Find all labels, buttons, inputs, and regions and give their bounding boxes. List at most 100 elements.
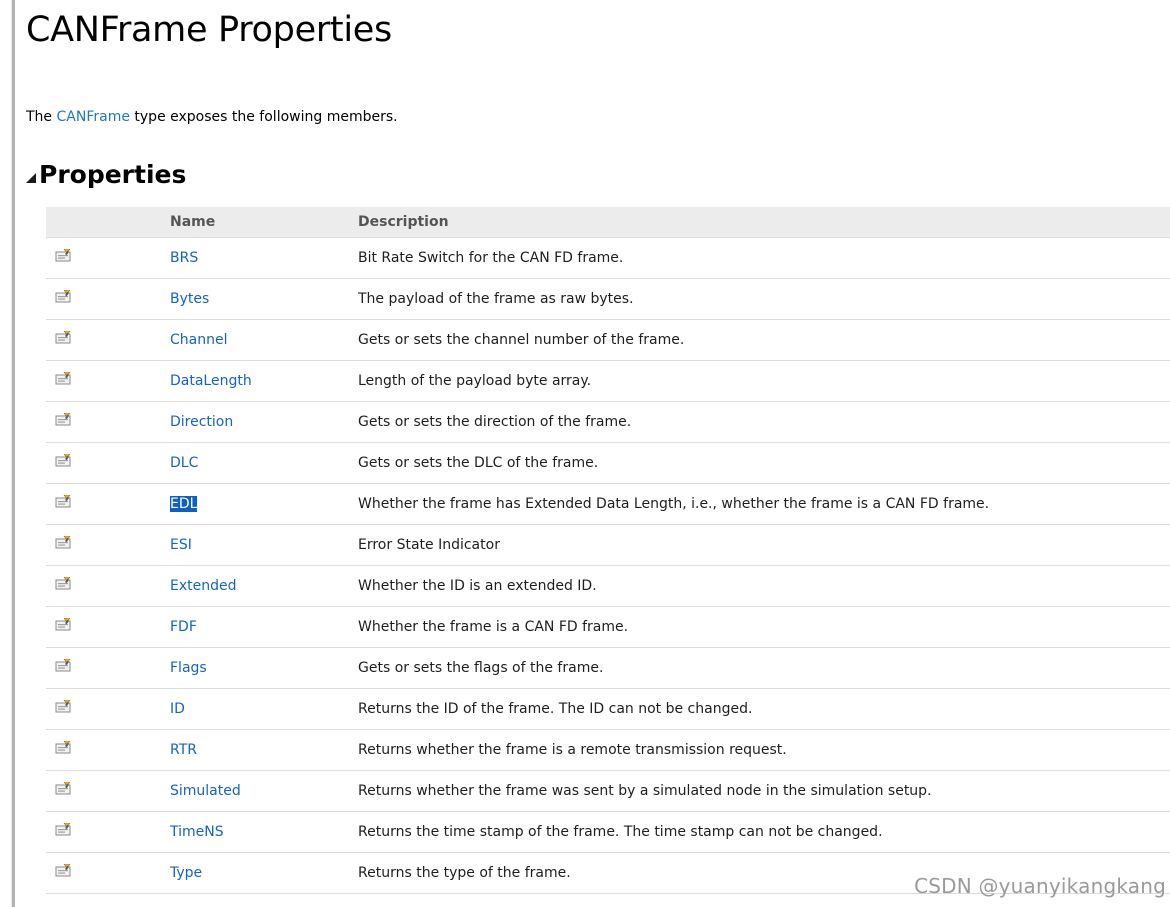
row-icon-cell (46, 237, 170, 279)
property-icon (55, 741, 71, 754)
intro-suffix: type exposes the following members. (129, 109, 398, 125)
property-link-rtr[interactable]: RTR (170, 742, 197, 758)
collapse-triangle-icon[interactable] (26, 172, 36, 183)
row-description: Gets or sets the DLC of the frame. (358, 442, 1170, 484)
row-name-cell: EDL (170, 483, 358, 525)
property-icon (55, 577, 71, 590)
column-header-description: Description (358, 207, 1170, 238)
property-icon (55, 413, 71, 426)
row-name-cell: Simulated (170, 770, 358, 812)
table-row-id: ID Returns the ID of the frame. The ID c… (46, 688, 1170, 730)
row-icon-cell (46, 401, 170, 443)
property-icon (55, 823, 71, 836)
property-icon (55, 372, 71, 385)
property-link-edl[interactable]: EDL (170, 496, 198, 512)
row-description: Gets or sets the flags of the frame. (358, 647, 1170, 689)
row-description: Returns whether the frame was sent by a … (358, 770, 1170, 812)
row-name-cell: Extended (170, 565, 358, 607)
row-icon-cell (46, 524, 170, 566)
table-row-rtr: RTR Returns whether the frame is a remot… (46, 729, 1170, 771)
property-link-brs[interactable]: BRS (170, 250, 198, 266)
row-icon-cell (46, 770, 170, 812)
row-icon-cell (46, 647, 170, 689)
table-row-fdf: FDF Whether the frame is a CAN FD frame. (46, 606, 1170, 648)
table-row-direction: Direction Gets or sets the direction of … (46, 401, 1170, 443)
table-row-brs: BRS Bit Rate Switch for the CAN FD frame… (46, 237, 1170, 279)
property-link-flags[interactable]: Flags (170, 660, 207, 676)
column-header-icon (46, 207, 170, 238)
table-header-row: Name Description (46, 207, 1170, 238)
row-description: Returns whether the frame is a remote tr… (358, 729, 1170, 771)
property-icon (55, 782, 71, 795)
row-description: Error State Indicator (358, 524, 1170, 566)
canframe-type-link[interactable]: CANFrame (57, 109, 130, 125)
row-name-cell: DLC (170, 442, 358, 484)
row-name-cell: Flags (170, 647, 358, 689)
row-name-cell: TimeNS (170, 811, 358, 853)
property-icon (55, 495, 71, 508)
row-description: Length of the payload byte array. (358, 360, 1170, 402)
row-name-cell: ESI (170, 524, 358, 566)
row-description: Whether the frame is a CAN FD frame. (358, 606, 1170, 648)
row-icon-cell (46, 606, 170, 648)
column-header-name: Name (170, 207, 358, 238)
property-icon (55, 249, 71, 262)
row-icon-cell (46, 852, 170, 894)
row-icon-cell (46, 729, 170, 771)
section-title: Properties (39, 160, 187, 189)
property-link-simulated[interactable]: Simulated (170, 783, 241, 799)
properties-table: Name Description BRS Bit Rate Switch for… (46, 207, 1170, 894)
property-link-datalength[interactable]: DataLength (170, 373, 252, 389)
row-description: Gets or sets the direction of the frame. (358, 401, 1170, 443)
property-icon (55, 454, 71, 467)
table-row-flags: Flags Gets or sets the flags of the fram… (46, 647, 1170, 689)
watermark: CSDN @yuanyikangkang (914, 874, 1166, 898)
row-description: The payload of the frame as raw bytes. (358, 278, 1170, 320)
row-name-cell: DataLength (170, 360, 358, 402)
property-icon (55, 659, 71, 672)
property-link-esi[interactable]: ESI (170, 537, 192, 553)
row-name-cell: FDF (170, 606, 358, 648)
row-icon-cell (46, 483, 170, 525)
row-icon-cell (46, 319, 170, 361)
table-row-timens: TimeNS Returns the time stamp of the fra… (46, 811, 1170, 853)
table-body: BRS Bit Rate Switch for the CAN FD frame… (46, 237, 1170, 894)
row-name-cell: ID (170, 688, 358, 730)
property-icon (55, 290, 71, 303)
row-name-cell: BRS (170, 237, 358, 279)
table-row-bytes: Bytes The payload of the frame as raw by… (46, 278, 1170, 320)
row-icon-cell (46, 811, 170, 853)
property-link-channel[interactable]: Channel (170, 332, 227, 348)
property-link-dlc[interactable]: DLC (170, 455, 198, 471)
property-link-extended[interactable]: Extended (170, 578, 237, 594)
row-name-cell: Bytes (170, 278, 358, 320)
row-description: Whether the ID is an extended ID. (358, 565, 1170, 607)
row-description: Bit Rate Switch for the CAN FD frame. (358, 237, 1170, 279)
row-name-cell: Channel (170, 319, 358, 361)
property-link-bytes[interactable]: Bytes (170, 291, 209, 307)
intro-text: The CANFrame type exposes the following … (26, 109, 398, 125)
row-name-cell: Direction (170, 401, 358, 443)
row-description: Returns the ID of the frame. The ID can … (358, 688, 1170, 730)
property-icon (55, 700, 71, 713)
property-icon (55, 331, 71, 344)
row-description: Gets or sets the channel number of the f… (358, 319, 1170, 361)
table-row-edl: EDL Whether the frame has Extended Data … (46, 483, 1170, 525)
table-row-dlc: DLC Gets or sets the DLC of the frame. (46, 442, 1170, 484)
property-icon (55, 864, 71, 877)
row-icon-cell (46, 278, 170, 320)
property-link-fdf[interactable]: FDF (170, 619, 197, 635)
table-row-datalength: DataLength Length of the payload byte ar… (46, 360, 1170, 402)
property-link-id[interactable]: ID (170, 701, 185, 717)
row-icon-cell (46, 360, 170, 402)
table-row-esi: ESI Error State Indicator (46, 524, 1170, 566)
intro-prefix: The (26, 109, 57, 125)
property-icon (55, 618, 71, 631)
property-link-direction[interactable]: Direction (170, 414, 233, 430)
property-link-timens[interactable]: TimeNS (170, 824, 224, 840)
window-left-border (0, 0, 15, 907)
row-icon-cell (46, 565, 170, 607)
row-icon-cell (46, 688, 170, 730)
property-link-type[interactable]: Type (170, 865, 202, 881)
row-name-cell: Type (170, 852, 358, 894)
